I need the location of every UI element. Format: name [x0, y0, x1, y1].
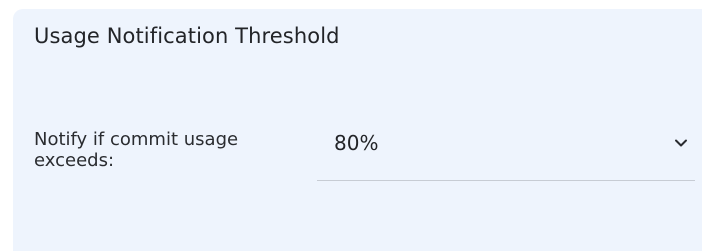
- card-title: Usage Notification Threshold: [34, 24, 340, 48]
- usage-notification-card: Usage Notification Threshold Notify if c…: [13, 9, 702, 251]
- chevron-down-icon: [673, 135, 689, 151]
- threshold-label: Notify if commit usage exceeds:: [34, 129, 239, 171]
- threshold-selected-value: 80%: [334, 131, 379, 155]
- threshold-select[interactable]: 80%: [317, 129, 695, 181]
